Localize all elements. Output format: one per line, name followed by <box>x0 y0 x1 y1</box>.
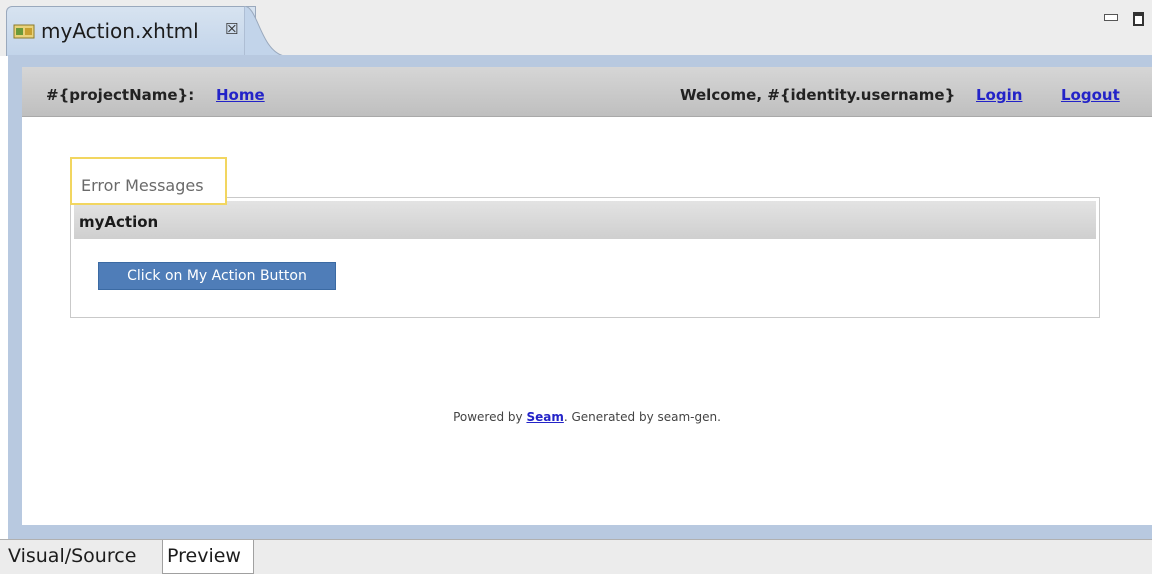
home-link[interactable]: Home <box>216 86 265 104</box>
tab-visual-source[interactable]: Visual/Source <box>4 540 160 574</box>
page-header: #{projectName}: Home Welcome, #{identity… <box>22 67 1152 117</box>
footer-suffix: . Generated by seam-gen. <box>563 410 721 424</box>
editor-tab-myaction[interactable]: myAction.xhtml ☒ <box>6 6 256 56</box>
error-messages-box: Error Messages <box>70 157 227 205</box>
project-name: #{projectName}: <box>46 86 195 104</box>
tab-preview[interactable]: Preview <box>162 540 254 574</box>
error-messages-label: Error Messages <box>81 176 204 195</box>
seam-link[interactable]: Seam <box>526 410 563 424</box>
maximize-icon[interactable] <box>1133 12 1144 26</box>
welcome-text: Welcome, #{identity.username} <box>680 86 956 104</box>
my-action-panel: myAction Click on My Action Button <box>70 197 1100 318</box>
logout-link[interactable]: Logout <box>1061 86 1120 104</box>
panel-header: myAction <box>74 201 1096 239</box>
footer-prefix: Powered by <box>453 410 527 424</box>
minimize-icon[interactable] <box>1104 14 1118 21</box>
xhtml-file-icon <box>13 23 35 39</box>
panel-title: myAction <box>79 213 159 231</box>
editor-tab-label: myAction.xhtml <box>41 19 199 43</box>
login-link[interactable]: Login <box>976 86 1022 104</box>
editor-tab-strip: myAction.xhtml ☒ <box>0 0 1152 56</box>
page-footer: Powered by Seam. Generated by seam-gen. <box>22 410 1152 424</box>
tab-tail-curve <box>244 6 284 56</box>
preview-page: #{projectName}: Home Welcome, #{identity… <box>22 67 1152 525</box>
bottom-tab-bar: Visual/Source Preview <box>0 539 1152 574</box>
editor-frame: #{projectName}: Home Welcome, #{identity… <box>8 55 1152 539</box>
my-action-button[interactable]: Click on My Action Button <box>98 262 336 290</box>
close-icon[interactable]: ☒ <box>225 20 238 38</box>
